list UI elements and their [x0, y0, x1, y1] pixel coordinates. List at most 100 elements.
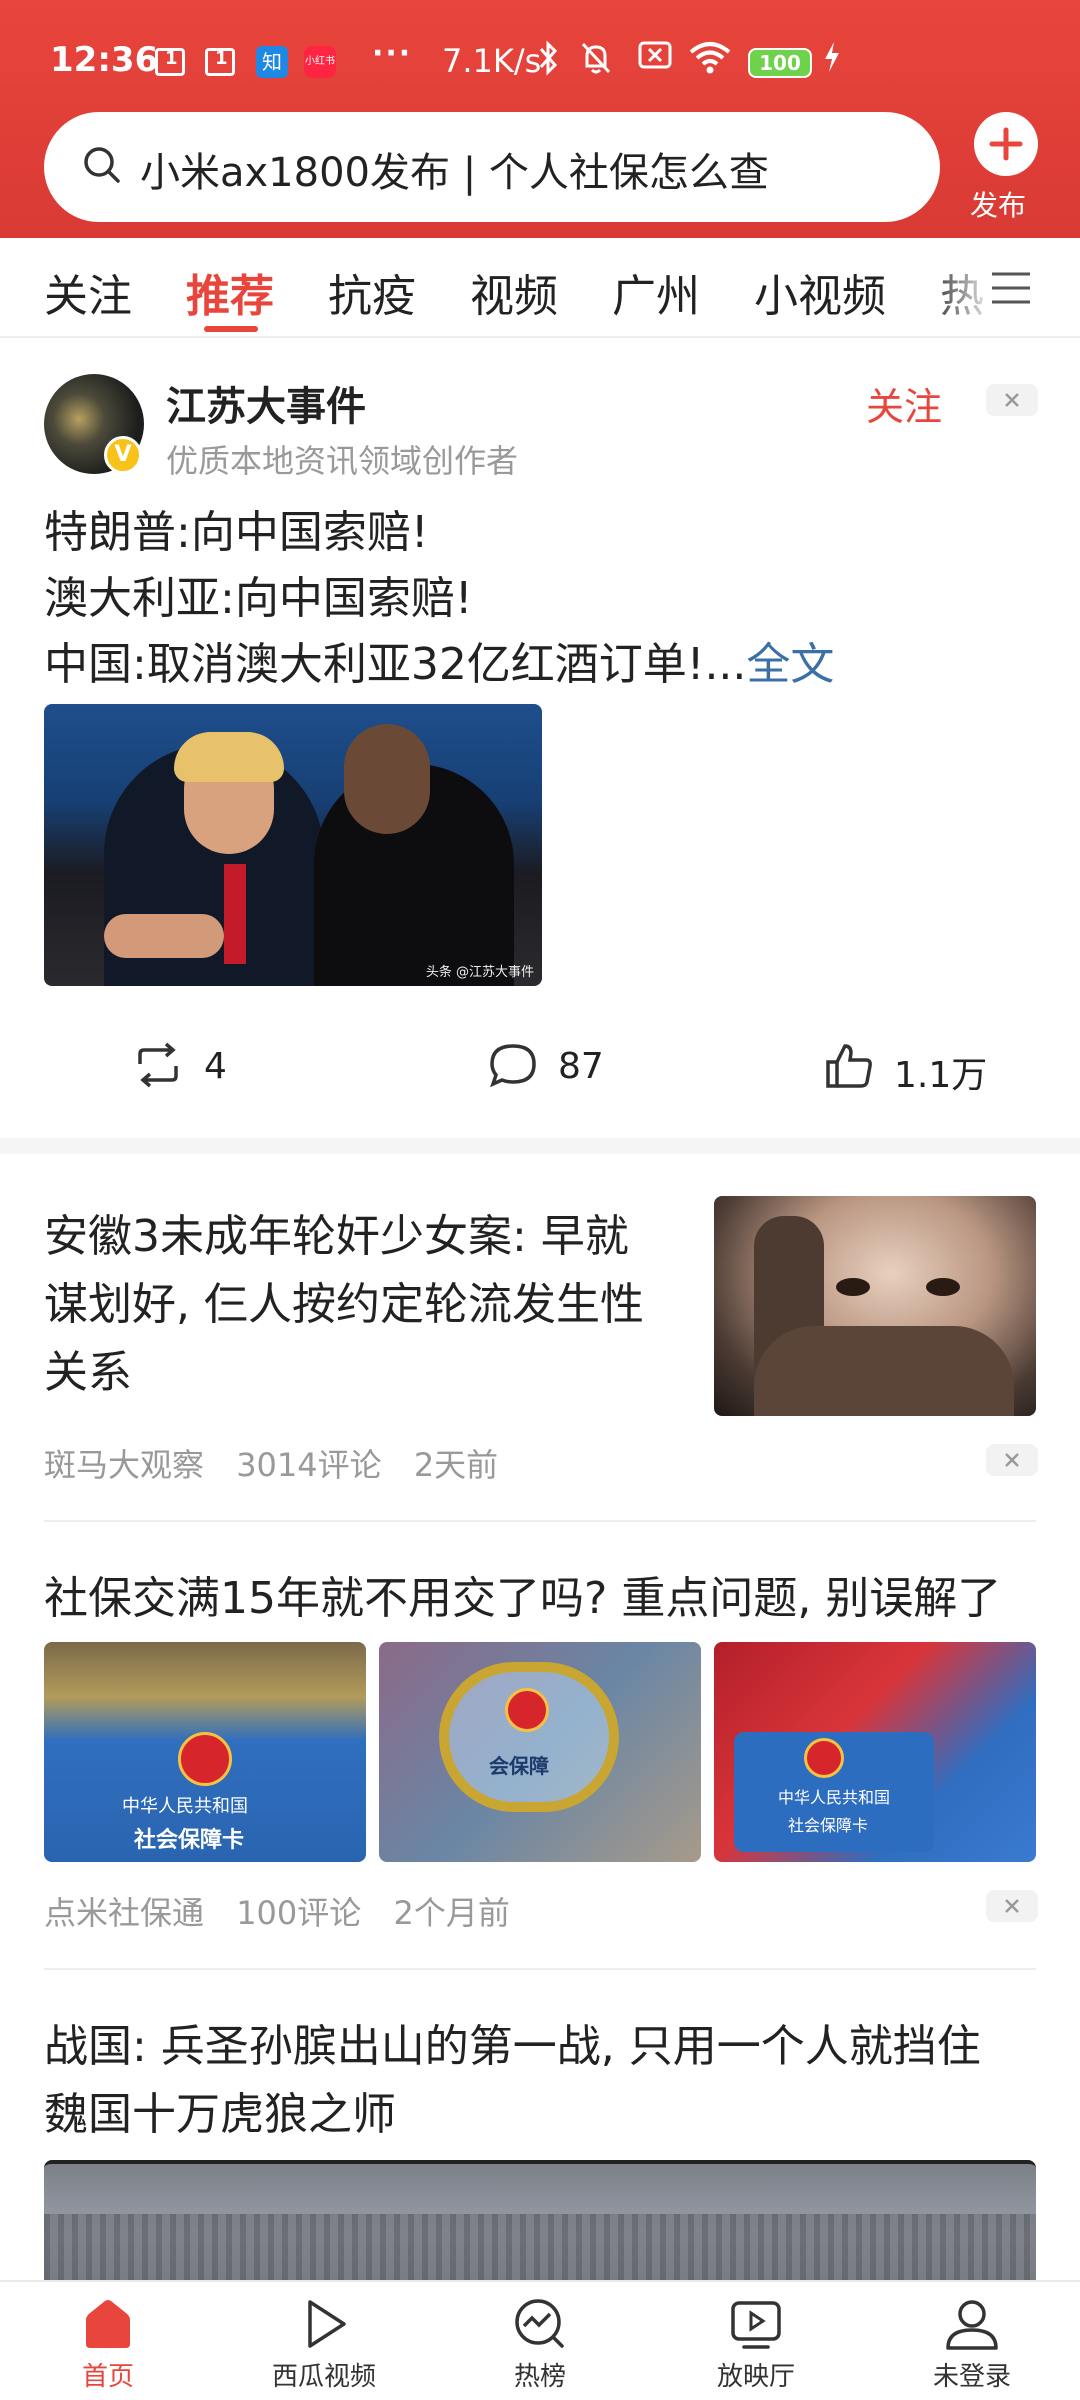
- publish-label: 发布: [970, 189, 1027, 222]
- menu-icon[interactable]: [990, 268, 1032, 308]
- article-source[interactable]: 点米社保通: [44, 1894, 204, 1932]
- post-text-line: 中国:取消澳大利亚32亿红酒订单!...全文: [44, 628, 834, 692]
- article-time: 2个月前: [393, 1894, 510, 1932]
- emblem-icon: [178, 1732, 232, 1786]
- nav-label: 未登录: [932, 2362, 1011, 2392]
- article-title-line[interactable]: 战国: 兵圣孙膑出山的第一战, 只用一个人就挡住: [44, 2010, 981, 2074]
- article-meta: 斑马大观察 3014评论 2天前: [44, 1440, 520, 1486]
- nav-profile[interactable]: 未登录: [892, 2282, 1052, 2400]
- post-text-last: 中国:取消澳大利亚32亿红酒订单!...: [44, 639, 747, 690]
- article-thumbnail[interactable]: 中华人民共和国 社会保障卡: [714, 1642, 1036, 1862]
- divider: [44, 1968, 1036, 1970]
- tab-guangzhou[interactable]: 广州: [612, 260, 700, 324]
- thumbnail-detail: [754, 1326, 1014, 1416]
- repost-button[interactable]: 4: [134, 1036, 274, 1096]
- thumbs-up-icon: [826, 1044, 872, 1088]
- battery-indicator: 100: [748, 48, 812, 78]
- nav-trending[interactable]: 热榜: [460, 2282, 620, 2400]
- nav-screening-room[interactable]: 放映厅: [676, 2282, 836, 2400]
- verified-badge-icon: V: [104, 436, 142, 474]
- article-title-line[interactable]: 谋划好, 仨人按约定轮流发生性: [44, 1268, 644, 1332]
- article-source[interactable]: 斑马大观察: [44, 1446, 204, 1484]
- publish-button[interactable]: 发布: [970, 112, 1038, 224]
- notification-icon: [205, 48, 235, 76]
- bluetooth-icon: [536, 40, 562, 76]
- zhihu-app-icon: 知: [256, 46, 288, 78]
- bottom-navigation: 首页 西瓜视频 热榜 放映厅 未登录: [0, 2280, 1080, 2400]
- trending-icon: [515, 2299, 564, 2348]
- card-caption: 社会保障卡: [788, 1816, 869, 1835]
- like-button[interactable]: 1.1万: [824, 1036, 1024, 1096]
- image-figure: [104, 914, 224, 958]
- follow-button[interactable]: 关注: [866, 376, 942, 431]
- repost-icon: [138, 1042, 178, 1088]
- dismiss-button[interactable]: [986, 384, 1038, 416]
- close-icon: [1005, 1899, 1019, 1913]
- status-bar: 12:36 知 小红书 ··· 7.1K/s 100: [0, 0, 1080, 110]
- article-title-line[interactable]: 安徽3未成年轮奸少女案: 早就: [44, 1200, 629, 1264]
- post-text-line: 特朗普:向中国索赔!: [44, 507, 429, 558]
- article-thumbnail[interactable]: [714, 1196, 1036, 1416]
- nav-label: 放映厅: [716, 2362, 795, 2392]
- article-video-thumbnail[interactable]: [44, 2160, 1036, 2280]
- comment-icon: [490, 1044, 536, 1088]
- author-name[interactable]: 江苏大事件: [166, 374, 366, 432]
- nav-xigua-video[interactable]: 西瓜视频: [244, 2282, 404, 2400]
- like-count: 1.1万: [894, 1055, 988, 1096]
- app-header: 12:36 知 小红书 ··· 7.1K/s 100 小米ax1800发布 | …: [0, 0, 1080, 238]
- article-thumbnail[interactable]: 会保障: [379, 1642, 701, 1862]
- social-security-card: 中华人民共和国 社会保障卡: [734, 1732, 934, 1852]
- article-comments: 100评论: [236, 1894, 362, 1932]
- image-figure: [174, 732, 284, 782]
- mute-bell-icon: [578, 40, 614, 74]
- user-icon: [946, 2300, 998, 2350]
- full-text-link[interactable]: 全文: [746, 639, 834, 690]
- network-speed: 7.1K/s: [442, 42, 542, 80]
- article-meta: 点米社保通 100评论 2个月前: [44, 1888, 532, 1934]
- article-title[interactable]: 社保交满15年就不用交了吗? 重点问题, 别误解了: [44, 1562, 1001, 1626]
- comment-button[interactable]: 87: [488, 1036, 648, 1096]
- card-caption: 会保障: [489, 1754, 549, 1778]
- post-image[interactable]: 头条 @江苏大事件: [44, 704, 542, 986]
- dismiss-button[interactable]: [986, 1444, 1038, 1476]
- screening-room-icon: [731, 2301, 781, 2349]
- xiaohongshu-app-icon: 小红书: [304, 46, 336, 78]
- image-figure: [344, 724, 430, 834]
- tab-following[interactable]: 关注: [44, 260, 132, 324]
- magnifier-icon: [439, 1662, 619, 1812]
- emblem-icon: [505, 1688, 549, 1732]
- thumbnail-detail: [926, 1278, 960, 1296]
- home-icon: [86, 2300, 130, 2348]
- tab-short-video[interactable]: 小视频: [754, 260, 886, 324]
- article-thumbnail[interactable]: 中华人民共和国 社会保障卡: [44, 1642, 366, 1862]
- notification-icon: [155, 48, 185, 76]
- search-icon: [84, 147, 120, 183]
- article-time: 2天前: [413, 1446, 499, 1484]
- nav-home[interactable]: 首页: [28, 2282, 188, 2400]
- card-caption: 中华人民共和国: [778, 1788, 891, 1807]
- close-icon: [1005, 393, 1019, 407]
- image-watermark: 头条 @江苏大事件: [425, 965, 534, 980]
- section-separator: [0, 1138, 1080, 1154]
- wifi-icon: [688, 40, 732, 74]
- article-title-line[interactable]: 关系: [44, 1336, 132, 1400]
- tab-recommended[interactable]: 推荐: [186, 260, 274, 324]
- tab-video[interactable]: 视频: [470, 260, 558, 324]
- article-title-line[interactable]: 魏国十万虎狼之师: [44, 2078, 396, 2142]
- tab-anti-epidemic[interactable]: 抗疫: [328, 260, 416, 324]
- play-icon: [308, 2300, 346, 2348]
- charging-icon: [822, 40, 842, 72]
- image-figure: [224, 864, 246, 964]
- thumbnail-detail: [44, 2214, 1036, 2280]
- nav-label: 西瓜视频: [271, 2362, 376, 2392]
- dismiss-button[interactable]: [986, 1890, 1038, 1922]
- search-bar[interactable]: 小米ax1800发布 | 个人社保怎么查: [44, 112, 940, 222]
- divider: [44, 1520, 1036, 1522]
- comment-count: 87: [558, 1046, 604, 1087]
- active-tab-indicator: [204, 326, 258, 332]
- close-icon: [1005, 1453, 1019, 1467]
- plus-icon: [974, 112, 1038, 176]
- repost-count: 4: [204, 1046, 227, 1087]
- author-description: 优质本地资讯领域创作者: [166, 442, 519, 480]
- card-caption: 社会保障卡: [134, 1828, 245, 1853]
